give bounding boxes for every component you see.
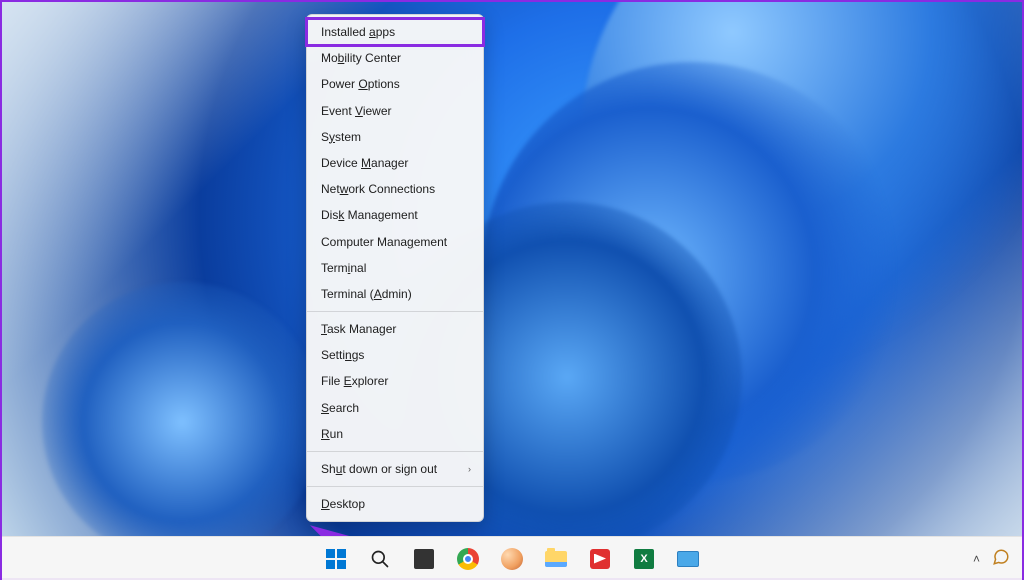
menu-item-event-viewer[interactable]: Event Viewer	[307, 98, 483, 124]
notifications-icon[interactable]	[992, 548, 1010, 569]
system-tray[interactable]: ˄	[973, 548, 1010, 569]
menu-item-settings[interactable]: Settings	[307, 342, 483, 368]
tray-chevron-icon[interactable]: ˄	[973, 552, 980, 566]
menu-item-shut-down-or-sign-out[interactable]: Shut down or sign out›	[307, 456, 483, 482]
menu-item-task-manager[interactable]: Task Manager	[307, 316, 483, 342]
winx-context-menu: Installed appsMobility CenterPower Optio…	[306, 14, 484, 522]
menu-item-installed-apps[interactable]: Installed apps	[307, 19, 483, 45]
avatar-icon[interactable]	[493, 540, 531, 578]
menu-item-disk-management[interactable]: Disk Management	[307, 202, 483, 228]
excel-icon[interactable]: X	[625, 540, 663, 578]
menu-item-system[interactable]: System	[307, 124, 483, 150]
menu-separator	[307, 311, 483, 312]
edge-icon[interactable]	[669, 540, 707, 578]
menu-item-network-connections[interactable]: Network Connections	[307, 176, 483, 202]
search-icon[interactable]	[361, 540, 399, 578]
menu-separator	[307, 486, 483, 487]
menu-item-power-options[interactable]: Power Options	[307, 71, 483, 97]
menu-item-file-explorer[interactable]: File Explorer	[307, 368, 483, 394]
explorer-icon[interactable]	[537, 540, 575, 578]
menu-item-search[interactable]: Search	[307, 395, 483, 421]
chevron-right-icon: ›	[468, 463, 471, 475]
chrome-icon[interactable]	[449, 540, 487, 578]
menu-item-terminal-admin[interactable]: Terminal (Admin)	[307, 281, 483, 307]
menu-item-run[interactable]: Run	[307, 421, 483, 447]
menu-separator	[307, 451, 483, 452]
desktop-wallpaper: Installed appsMobility CenterPower Optio…	[2, 2, 1022, 536]
menu-item-terminal[interactable]: Terminal	[307, 255, 483, 281]
taskbar: X ˄	[2, 536, 1022, 580]
menu-item-computer-management[interactable]: Computer Management	[307, 229, 483, 255]
taskview-icon[interactable]	[405, 540, 443, 578]
menu-item-device-manager[interactable]: Device Manager	[307, 150, 483, 176]
menu-item-desktop[interactable]: Desktop	[307, 491, 483, 517]
app-red-icon[interactable]	[581, 540, 619, 578]
start-icon[interactable]	[317, 540, 355, 578]
menu-item-mobility-center[interactable]: Mobility Center	[307, 45, 483, 71]
